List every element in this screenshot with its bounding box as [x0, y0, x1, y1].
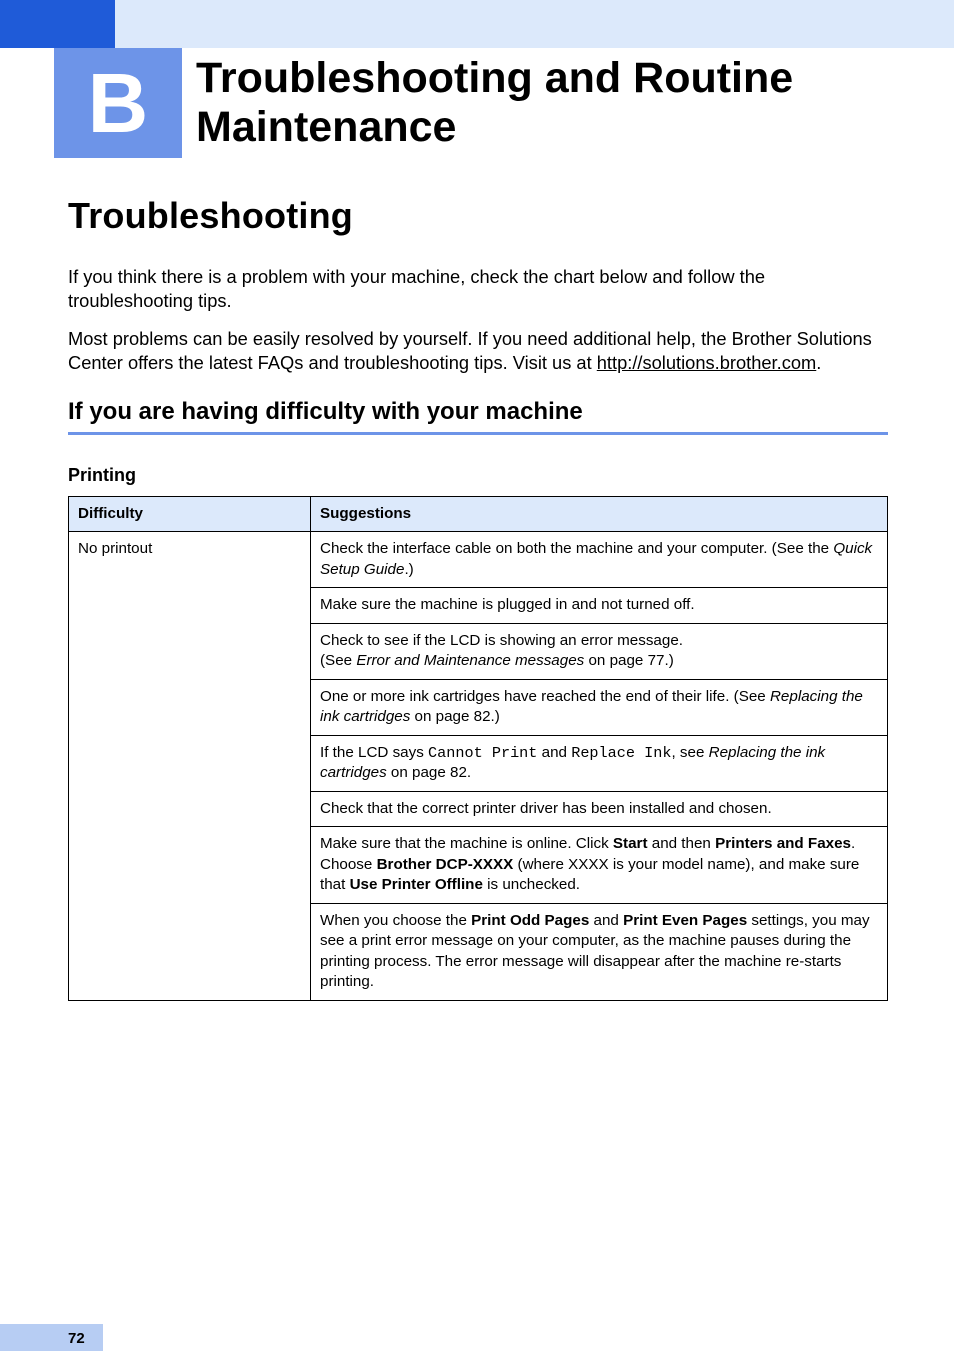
mono-text: Replace Ink [571, 744, 671, 762]
text: on page 77.) [584, 652, 674, 669]
chapter-title: Troubleshooting and Routine Maintenance [196, 54, 954, 153]
text: and [537, 744, 571, 761]
intro-paragraph-2: Most problems can be easily resolved by … [68, 327, 888, 375]
cell-suggestion: Make sure that the machine is online. Cl… [311, 827, 888, 904]
bold-text: Print Odd Pages [471, 912, 589, 929]
solutions-link[interactable]: http://solutions.brother.com [597, 352, 817, 373]
text: , see [671, 744, 708, 761]
text: on page 82. [387, 764, 471, 781]
text: If the LCD says [320, 744, 428, 761]
text: and then [648, 835, 716, 852]
mono-text: Cannot Print [428, 744, 537, 762]
bold-text: Print Even Pages [623, 912, 747, 929]
page-content: Troubleshooting If you think there is a … [68, 195, 888, 1001]
section-heading: Troubleshooting [68, 195, 888, 237]
bold-text: Brother DCP-XXXX [377, 856, 514, 873]
cell-suggestion: Check to see if the LCD is showing an er… [311, 623, 888, 679]
intro-paragraph-1: If you think there is a problem with you… [68, 265, 888, 313]
th-difficulty: Difficulty [69, 496, 311, 532]
cell-difficulty: No printout [69, 532, 311, 1001]
cell-suggestion: If the LCD says Cannot Print and Replace… [311, 735, 888, 791]
text: on page 82.) [410, 708, 500, 725]
table-caption: Printing [68, 465, 888, 486]
text: (See [320, 652, 356, 669]
text: When you choose the [320, 912, 471, 929]
cell-suggestion: Make sure the machine is plugged in and … [311, 588, 888, 624]
bold-text: Use Printer Offline [350, 876, 483, 893]
th-suggestions: Suggestions [311, 496, 888, 532]
bold-text: Printers and Faxes [715, 835, 851, 852]
intro-p2-after: . [816, 352, 821, 373]
cell-suggestion: Check the interface cable on both the ma… [311, 532, 888, 588]
chapter-badge: B [54, 48, 182, 158]
text: .) [404, 561, 413, 578]
chapter-letter: B [88, 61, 149, 145]
text: Make sure that the machine is online. Cl… [320, 835, 613, 852]
troubleshoot-table: Difficulty Suggestions No printout Check… [68, 496, 888, 1001]
page-header-accent [0, 0, 115, 48]
footer-accent [0, 1324, 103, 1351]
text: Check to see if the LCD is showing an er… [320, 632, 683, 649]
text: One or more ink cartridges have reached … [320, 688, 770, 705]
italic-text: Error and Maintenance messages [356, 652, 584, 669]
table-row: No printout Check the interface cable on… [69, 532, 888, 588]
page-header-light [0, 0, 954, 48]
page-number: 72 [68, 1330, 85, 1347]
text: Check the interface cable on both the ma… [320, 540, 833, 557]
subsection-heading: If you are having difficulty with your m… [68, 398, 888, 426]
cell-suggestion: One or more ink cartridges have reached … [311, 679, 888, 735]
bold-text: Start [613, 835, 648, 852]
text: and [589, 912, 623, 929]
text: is unchecked. [483, 876, 580, 893]
cell-suggestion: Check that the correct printer driver ha… [311, 791, 888, 827]
subsection-underline [68, 432, 888, 435]
cell-suggestion: When you choose the Print Odd Pages and … [311, 903, 888, 1000]
